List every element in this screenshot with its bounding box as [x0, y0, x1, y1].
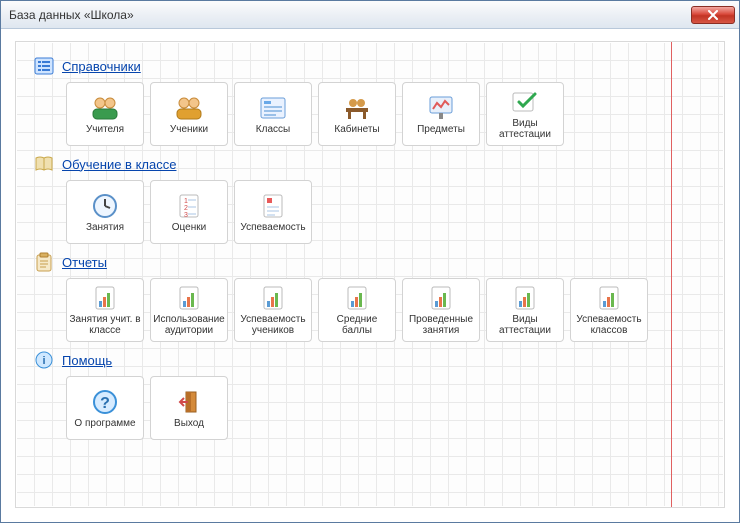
tile-label: Успеваемость классов — [573, 314, 645, 336]
tile-report-held-lessons[interactable]: Проведенные занятия — [402, 278, 480, 342]
tile-teachers[interactable]: Учителя — [66, 82, 144, 146]
section-title: Помощь — [62, 353, 112, 368]
check-sheet-icon — [509, 88, 541, 116]
list-icon — [34, 56, 54, 76]
tile-label: Классы — [256, 124, 290, 135]
tile-exit[interactable]: Выход — [150, 376, 228, 440]
tile-label: Предметы — [417, 124, 465, 135]
book-icon — [34, 154, 54, 174]
tile-attestation-types[interactable]: Виды аттестации — [486, 82, 564, 146]
tile-label: Использование аудитории — [153, 314, 225, 336]
section-title: Справочники — [62, 59, 141, 74]
svg-text:3: 3 — [184, 212, 188, 219]
section-title: Обучение в классе — [62, 157, 176, 172]
grades-icon: 123 — [173, 192, 205, 220]
tile-students[interactable]: Ученики — [150, 82, 228, 146]
tile-grades[interactable]: 123 Оценки — [150, 180, 228, 244]
tiles-row: ? О программе Выход — [66, 376, 712, 440]
progress-icon — [257, 192, 289, 220]
tile-report-avg[interactable]: Средние баллы — [318, 278, 396, 342]
section-help: i Помощь ? О программе — [34, 350, 712, 440]
section-reports: Отчеты Занятия учит. в классе Использова… — [34, 252, 712, 342]
title-bar: База данных «Школа» — [1, 1, 739, 29]
grid-background: Справочники Учителя Ученики — [15, 41, 725, 508]
section-header[interactable]: Справочники — [34, 56, 712, 76]
close-button[interactable] — [691, 6, 735, 24]
clipboard-icon — [34, 252, 54, 272]
section-reference: Справочники Учителя Ученики — [34, 56, 712, 146]
tile-label: Занятия учит. в классе — [69, 314, 141, 336]
question-icon: ? — [89, 388, 121, 416]
board-icon — [425, 94, 457, 122]
tile-report-student-progress[interactable]: Успеваемость учеников — [234, 278, 312, 342]
svg-text:i: i — [42, 355, 45, 367]
tile-lessons[interactable]: Занятия — [66, 180, 144, 244]
section-header[interactable]: i Помощь — [34, 350, 712, 370]
tile-about[interactable]: ? О программе — [66, 376, 144, 440]
tiles-row: Занятия учит. в классе Использование ауд… — [66, 278, 712, 342]
tile-rooms[interactable]: Кабинеты — [318, 82, 396, 146]
report-chart-icon — [257, 284, 289, 312]
section-learning: Обучение в классе Занятия 123 Оценки — [34, 154, 712, 244]
students-icon — [173, 94, 205, 122]
report-chart-icon — [425, 284, 457, 312]
tile-label: Средние баллы — [321, 314, 393, 336]
tile-label: Успеваемость учеников — [237, 314, 309, 336]
info-icon: i — [34, 350, 54, 370]
tile-label: О программе — [74, 418, 135, 429]
tile-label: Оценки — [172, 222, 206, 233]
report-chart-icon — [593, 284, 625, 312]
report-chart-icon — [89, 284, 121, 312]
report-chart-icon — [341, 284, 373, 312]
people-icon — [89, 94, 121, 122]
tiles-row: Учителя Ученики Классы — [66, 82, 712, 146]
svg-text:?: ? — [100, 395, 110, 412]
section-header[interactable]: Отчеты — [34, 252, 712, 272]
tile-report-rooms-usage[interactable]: Использование аудитории — [150, 278, 228, 342]
tile-report-lessons-teacher[interactable]: Занятия учит. в классе — [66, 278, 144, 342]
clock-icon — [89, 192, 121, 220]
content: Справочники Учителя Ученики — [16, 42, 724, 458]
tile-label: Виды аттестации — [489, 118, 561, 140]
desk-icon — [341, 94, 373, 122]
svg-text:2: 2 — [184, 205, 188, 212]
tile-label: Виды аттестации — [489, 314, 561, 336]
svg-text:1: 1 — [184, 198, 188, 205]
tile-label: Учителя — [86, 124, 124, 135]
tile-classes[interactable]: Классы — [234, 82, 312, 146]
tile-subjects[interactable]: Предметы — [402, 82, 480, 146]
tile-progress[interactable]: Успеваемость — [234, 180, 312, 244]
exit-door-icon — [173, 388, 205, 416]
report-chart-icon — [173, 284, 205, 312]
section-header[interactable]: Обучение в классе — [34, 154, 712, 174]
tile-label: Кабинеты — [334, 124, 379, 135]
tile-label: Выход — [174, 418, 204, 429]
tile-label: Ученики — [170, 124, 208, 135]
close-icon — [707, 10, 719, 20]
client-area: Справочники Учителя Ученики — [1, 29, 739, 522]
tile-label: Успеваемость — [240, 222, 305, 233]
form-icon — [257, 94, 289, 122]
section-title: Отчеты — [62, 255, 107, 270]
tile-label: Занятия — [86, 222, 124, 233]
window-title: База данных «Школа» — [9, 8, 691, 22]
tile-label: Проведенные занятия — [405, 314, 477, 336]
tiles-row: Занятия 123 Оценки Успеваемость — [66, 180, 712, 244]
tile-report-class-progress[interactable]: Успеваемость классов — [570, 278, 648, 342]
report-chart-icon — [509, 284, 541, 312]
tile-report-attestation[interactable]: Виды аттестации — [486, 278, 564, 342]
